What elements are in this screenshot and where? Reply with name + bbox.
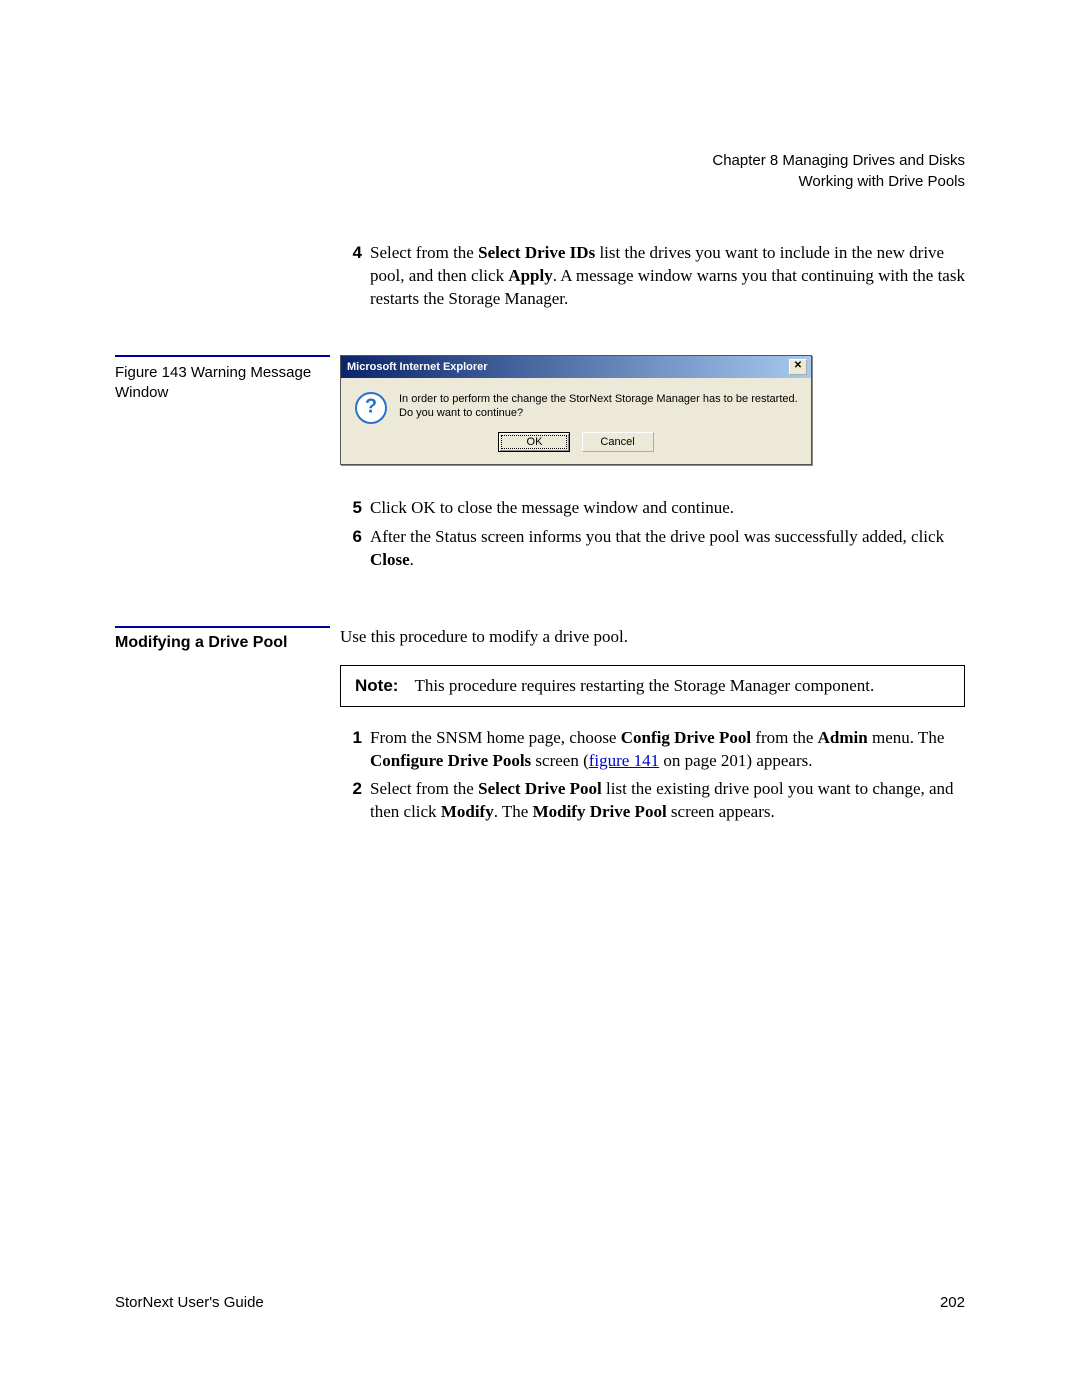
step-6: 6 After the Status screen informs you th… xyxy=(340,526,965,572)
step-1: 1 From the SNSM home page, choose Config… xyxy=(340,727,965,773)
guide-name: StorNext User's Guide xyxy=(115,1294,264,1311)
step-body: Select from the Select Drive IDs list th… xyxy=(370,242,965,311)
running-header: Chapter 8 Managing Drives and Disks Work… xyxy=(115,150,965,192)
row-steps-5-6: 5 Click OK to close the message window a… xyxy=(115,497,965,578)
question-icon: ? xyxy=(355,392,385,422)
step-body: Click OK to close the message window and… xyxy=(370,497,965,520)
row-figure: Figure 143 Warning Message Window Micros… xyxy=(115,355,965,465)
row-modifying: Modifying a Drive Pool Use this procedur… xyxy=(115,626,965,831)
dialog-screenshot: Microsoft Internet Explorer ✕ ? In order… xyxy=(340,355,965,465)
step-number: 1 xyxy=(340,727,370,773)
page: Chapter 8 Managing Drives and Disks Work… xyxy=(0,0,1080,1397)
step-4: 4 Select from the Select Drive IDs list … xyxy=(340,242,965,311)
dialog-titlebar: Microsoft Internet Explorer ✕ xyxy=(341,356,811,378)
ie-dialog: Microsoft Internet Explorer ✕ ? In order… xyxy=(340,355,812,465)
step-5: 5 Click OK to close the message window a… xyxy=(340,497,965,520)
step-body: After the Status screen informs you that… xyxy=(370,526,965,572)
page-number: 202 xyxy=(940,1294,965,1311)
dialog-body: ? In order to perform the change the Sto… xyxy=(341,378,811,430)
dialog-message: In order to perform the change the StorN… xyxy=(399,392,799,421)
section-intro: Use this procedure to modify a drive poo… xyxy=(340,626,965,649)
note-text: This procedure requires restarting the S… xyxy=(414,676,950,696)
note-box: Note: This procedure requires restarting… xyxy=(340,665,965,707)
close-icon[interactable]: ✕ xyxy=(789,359,807,375)
row-step4: 4 Select from the Select Drive IDs list … xyxy=(115,242,965,317)
section-title: Working with Drive Pools xyxy=(115,171,965,192)
section-heading: Modifying a Drive Pool xyxy=(115,626,330,652)
dialog-buttons: OK Cancel xyxy=(341,430,811,464)
cancel-button[interactable]: Cancel xyxy=(582,432,654,452)
step-number: 4 xyxy=(340,242,370,311)
step-number: 5 xyxy=(340,497,370,520)
note-label: Note: xyxy=(355,676,414,696)
dialog-title: Microsoft Internet Explorer xyxy=(347,361,488,373)
page-footer: StorNext User's Guide 202 xyxy=(115,1294,965,1311)
figure-141-link[interactable]: figure 141 xyxy=(589,751,659,770)
step-body: From the SNSM home page, choose Config D… xyxy=(370,727,965,773)
ok-button[interactable]: OK xyxy=(498,432,570,452)
chapter-title: Chapter 8 Managing Drives and Disks xyxy=(115,150,965,171)
step-2: 2 Select from the Select Drive Pool list… xyxy=(340,778,965,824)
figure-caption: Figure 143 Warning Message Window xyxy=(115,355,330,404)
step-number: 2 xyxy=(340,778,370,824)
step-number: 6 xyxy=(340,526,370,572)
step-body: Select from the Select Drive Pool list t… xyxy=(370,778,965,824)
